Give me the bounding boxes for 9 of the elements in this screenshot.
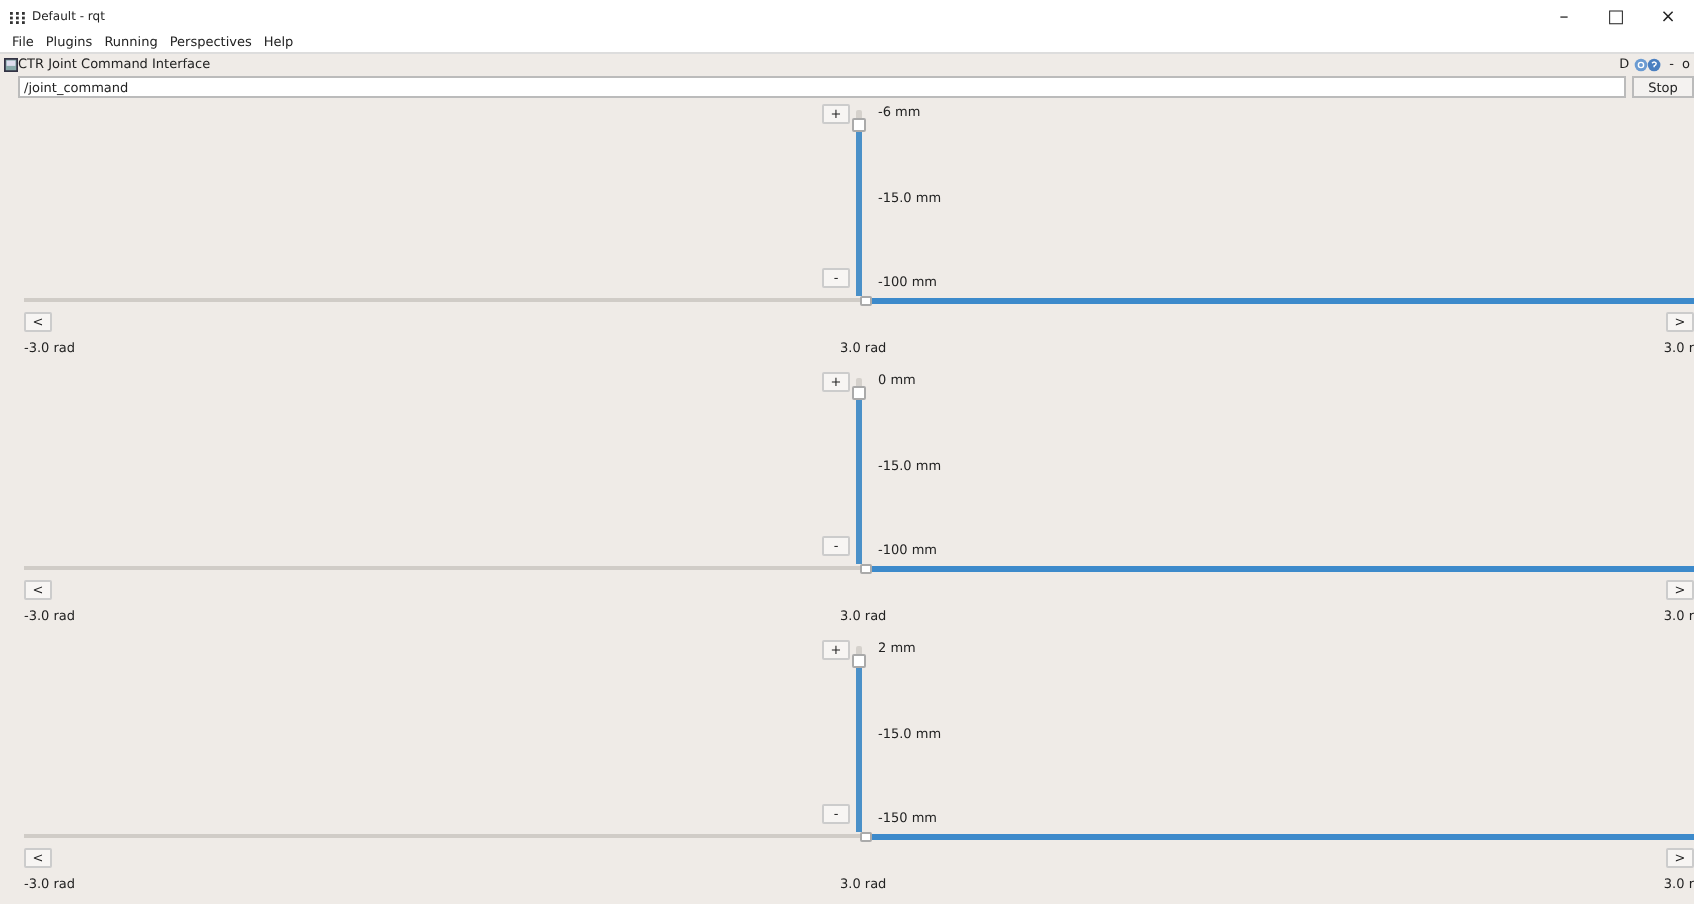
window-control[interactable]: □ (1590, 7, 1642, 27)
rotation-slider[interactable] (24, 294, 1694, 306)
plugin-icon (4, 57, 18, 71)
window-control[interactable]: – (1538, 7, 1590, 27)
help-icon[interactable] (1633, 57, 1662, 71)
rotation-slider[interactable] (24, 562, 1694, 574)
rotation-slider[interactable] (24, 830, 1694, 842)
window-control[interactable]: × (1642, 7, 1694, 27)
app-icon (10, 11, 26, 23)
